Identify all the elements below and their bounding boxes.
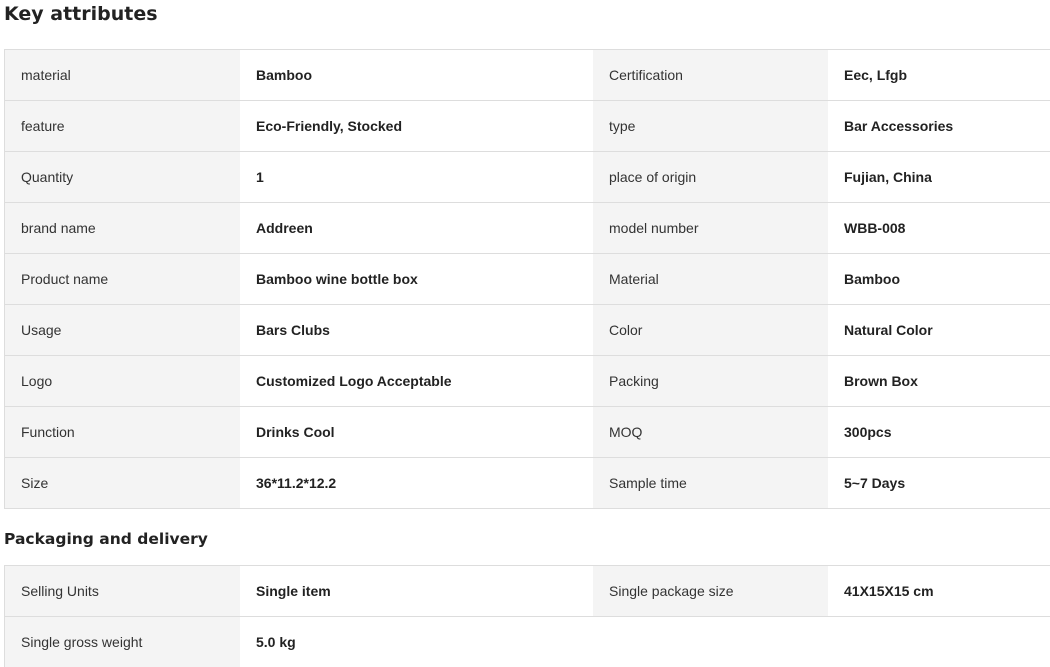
attribute-label: MOQ bbox=[593, 407, 828, 457]
attribute-value: Natural Color bbox=[828, 305, 1050, 355]
table-row: Size 36*11.2*12.2 Sample time 5~7 Days bbox=[5, 458, 1050, 509]
packaging-delivery-heading: Packaging and delivery bbox=[4, 530, 208, 548]
packaging-delivery-table: Selling Units Single item Single package… bbox=[4, 565, 1050, 667]
attribute-label: type bbox=[593, 101, 828, 151]
attribute-value: 36*11.2*12.2 bbox=[240, 458, 593, 508]
attribute-label: Function bbox=[5, 407, 240, 457]
attribute-label: Color bbox=[593, 305, 828, 355]
table-row: feature Eco-Friendly, Stocked type Bar A… bbox=[5, 101, 1050, 152]
table-row: Single gross weight 5.0 kg bbox=[5, 617, 1050, 667]
attribute-value: 300pcs bbox=[828, 407, 1050, 457]
attribute-value: Eco-Friendly, Stocked bbox=[240, 101, 593, 151]
attribute-value: Customized Logo Acceptable bbox=[240, 356, 593, 406]
attribute-label: Single package size bbox=[593, 566, 828, 616]
table-row: material Bamboo Certification Eec, Lfgb bbox=[5, 50, 1050, 101]
attribute-label: material bbox=[5, 50, 240, 100]
attribute-value: 5.0 kg bbox=[240, 617, 593, 667]
table-row: Usage Bars Clubs Color Natural Color bbox=[5, 305, 1050, 356]
attribute-value: Fujian, China bbox=[828, 152, 1050, 202]
attribute-value: 1 bbox=[240, 152, 593, 202]
attribute-label: Single gross weight bbox=[5, 617, 240, 667]
attribute-value: Bamboo bbox=[240, 50, 593, 100]
attribute-label: Sample time bbox=[593, 458, 828, 508]
key-attributes-heading: Key attributes bbox=[4, 3, 158, 25]
attribute-label: feature bbox=[5, 101, 240, 151]
attribute-label: Usage bbox=[5, 305, 240, 355]
key-attributes-table: material Bamboo Certification Eec, Lfgb … bbox=[4, 49, 1050, 509]
attribute-value: Single item bbox=[240, 566, 593, 616]
table-row: Product name Bamboo wine bottle box Mate… bbox=[5, 254, 1050, 305]
attribute-label: brand name bbox=[5, 203, 240, 253]
attribute-label: Logo bbox=[5, 356, 240, 406]
table-row: Function Drinks Cool MOQ 300pcs bbox=[5, 407, 1050, 458]
table-row: Logo Customized Logo Acceptable Packing … bbox=[5, 356, 1050, 407]
table-row: brand name Addreen model number WBB-008 bbox=[5, 203, 1050, 254]
attribute-value: WBB-008 bbox=[828, 203, 1050, 253]
attribute-label: Size bbox=[5, 458, 240, 508]
attribute-label: Selling Units bbox=[5, 566, 240, 616]
attribute-value: Drinks Cool bbox=[240, 407, 593, 457]
attribute-value: 41X15X15 cm bbox=[828, 566, 1050, 616]
table-row: Quantity 1 place of origin Fujian, China bbox=[5, 152, 1050, 203]
attribute-value: 5~7 Days bbox=[828, 458, 1050, 508]
table-row: Selling Units Single item Single package… bbox=[5, 566, 1050, 617]
attribute-value: Bar Accessories bbox=[828, 101, 1050, 151]
attribute-value: Bamboo bbox=[828, 254, 1050, 304]
attribute-value: Bamboo wine bottle box bbox=[240, 254, 593, 304]
attribute-label: Certification bbox=[593, 50, 828, 100]
attribute-label: Packing bbox=[593, 356, 828, 406]
attribute-label: Quantity bbox=[5, 152, 240, 202]
attribute-value: Addreen bbox=[240, 203, 593, 253]
attribute-label: model number bbox=[593, 203, 828, 253]
attribute-label: place of origin bbox=[593, 152, 828, 202]
attribute-value: Eec, Lfgb bbox=[828, 50, 1050, 100]
attribute-label: Product name bbox=[5, 254, 240, 304]
attribute-label: Material bbox=[593, 254, 828, 304]
attribute-value: Brown Box bbox=[828, 356, 1050, 406]
attribute-value: Bars Clubs bbox=[240, 305, 593, 355]
